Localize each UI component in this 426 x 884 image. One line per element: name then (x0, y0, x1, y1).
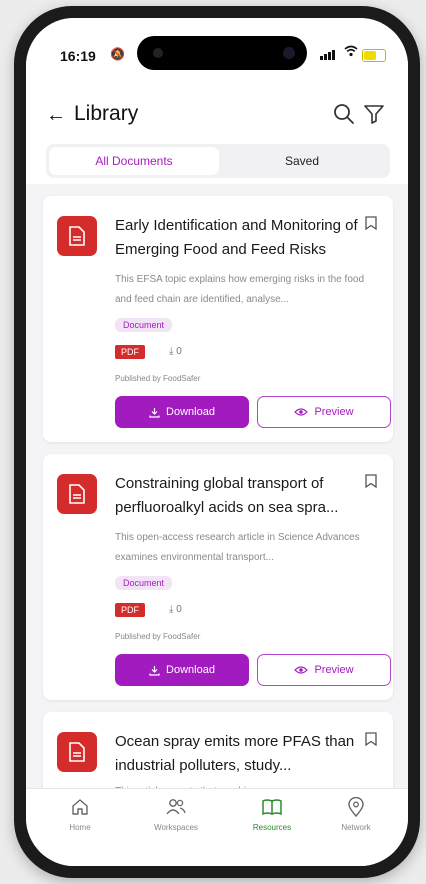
download-count-value: 0 (176, 604, 182, 615)
status-bar: 16:19 🔕 (26, 18, 408, 76)
document-card[interactable]: Early Identification and Monitoring of E… (43, 196, 393, 442)
download-icon (149, 665, 160, 676)
bottom-tab-bar: Home Workspaces Resources Network (26, 788, 408, 866)
preview-label: Preview (314, 664, 354, 676)
download-button[interactable]: Download (115, 654, 249, 686)
wifi-icon (344, 45, 358, 57)
phone-frame: 16:19 🔕 ← Library All Documents Saved Ea… (14, 6, 420, 878)
tab-resources-label: Resources (252, 823, 292, 832)
preview-button[interactable]: Preview (257, 396, 391, 428)
file-type-badge: PDF (115, 603, 145, 617)
tab-network[interactable]: Network (316, 797, 396, 832)
tab-workspaces[interactable]: Workspaces (136, 797, 216, 832)
eye-icon (294, 408, 309, 416)
download-count: ⤓ 0 (169, 346, 182, 357)
tab-home[interactable]: Home (40, 797, 120, 832)
bookmark-icon[interactable] (365, 216, 377, 230)
document-title[interactable]: Ocean spray emits more PFAS than industr… (115, 730, 369, 778)
bookmark-icon[interactable] (365, 474, 377, 488)
sensor-icon (283, 47, 295, 59)
document-tabs: All Documents Saved (46, 144, 390, 178)
camera-icon (153, 48, 163, 58)
download-label: Download (166, 406, 215, 418)
app-screen: 16:19 🔕 ← Library All Documents Saved Ea… (26, 18, 408, 866)
download-count-value: 0 (176, 346, 182, 357)
mute-icon: 🔕 (110, 47, 125, 61)
document-file-icon (57, 474, 97, 514)
download-label: Download (166, 664, 215, 676)
preview-button[interactable]: Preview (257, 654, 391, 686)
users-icon (166, 799, 186, 815)
arrow-left-icon[interactable]: ← (46, 104, 66, 127)
signal-icon (320, 50, 335, 60)
eye-icon (294, 666, 309, 674)
tab-home-label: Home (69, 823, 91, 832)
category-badge: Document (115, 318, 173, 332)
download-icon (149, 407, 160, 418)
bookmark-icon[interactable] (365, 732, 377, 746)
download-count: ⤓ 0 (169, 604, 182, 615)
document-card[interactable]: Constraining global transport of perfluo… (43, 454, 393, 700)
tab-resources[interactable]: Resources (232, 797, 312, 832)
publisher-label: Published by FoodSafer (115, 632, 201, 641)
dynamic-island (137, 36, 307, 70)
book-icon (262, 799, 282, 816)
home-icon (72, 799, 88, 815)
page-title: Library (74, 102, 139, 125)
battery-icon (362, 49, 386, 62)
document-title[interactable]: Constraining global transport of perfluo… (115, 472, 369, 520)
search-icon[interactable] (332, 102, 356, 126)
tab-network-label: Network (341, 823, 371, 832)
filter-icon[interactable] (362, 102, 386, 126)
document-file-icon (57, 732, 97, 772)
status-time: 16:19 (60, 48, 96, 64)
publisher-label: Published by FoodSafer (115, 374, 201, 383)
tab-workspaces-label: Workspaces (154, 823, 198, 832)
location-pin-icon (348, 797, 364, 817)
document-description: This EFSA topic explains how emerging ri… (115, 274, 365, 305)
preview-label: Preview (314, 406, 354, 418)
document-title[interactable]: Early Identification and Monitoring of E… (115, 214, 369, 262)
tab-saved[interactable]: Saved (217, 147, 387, 175)
tab-all-documents[interactable]: All Documents (49, 147, 219, 175)
download-button[interactable]: Download (115, 396, 249, 428)
file-type-badge: PDF (115, 345, 145, 359)
document-description: This open-access research article in Sci… (115, 532, 360, 563)
category-badge: Document (115, 576, 173, 590)
library-header: ← Library All Documents Saved (26, 76, 408, 184)
document-file-icon (57, 216, 97, 256)
